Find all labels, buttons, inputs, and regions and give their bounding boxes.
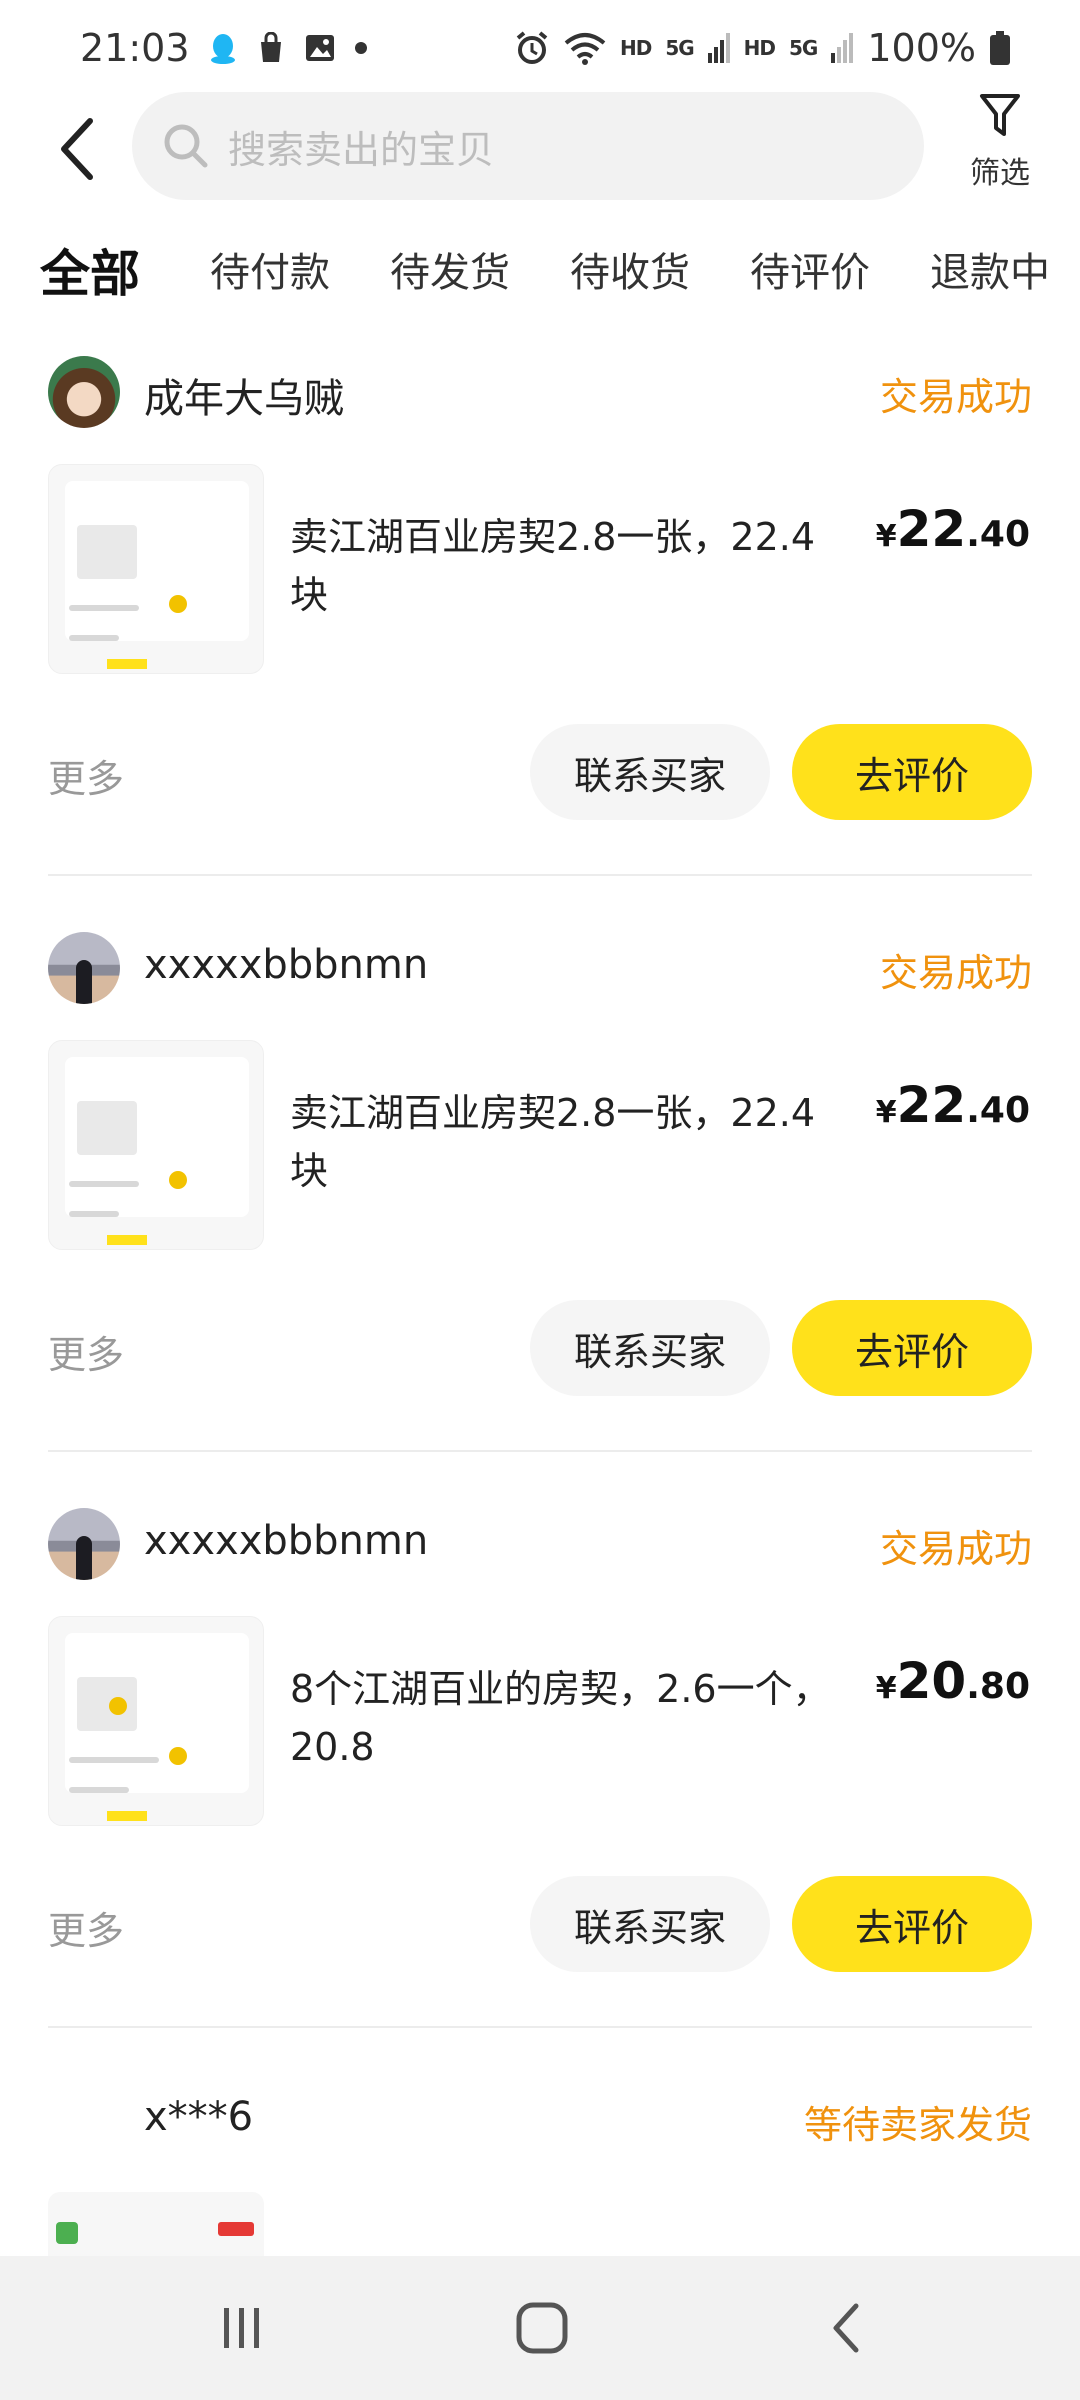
network-label-2: 5G (789, 36, 818, 60)
home-button[interactable] (512, 2300, 572, 2356)
tab-all[interactable]: 全部 (38, 234, 142, 306)
order-actions: 更多 联系买家 去评价 (48, 1876, 1032, 1972)
home-icon (516, 2302, 568, 2354)
notification-dot-icon (354, 41, 368, 55)
tab-label: 待收货 (570, 250, 690, 296)
tab-label: 全部 (40, 245, 140, 303)
filter-label: 筛选 (970, 156, 1030, 191)
product-title: 8个江湖百业的房契，2.6一个，20.8 (290, 1667, 831, 1769)
tab-pending-payment[interactable]: 待付款 (210, 240, 330, 298)
tab-label: 待发货 (390, 250, 510, 296)
more-link[interactable]: 更多 (48, 748, 124, 803)
chevron-left-icon (61, 118, 93, 180)
divider (48, 1450, 1032, 1452)
review-button[interactable]: 去评价 (792, 724, 1032, 820)
filter-button[interactable]: 筛选 (960, 92, 1040, 204)
buyer-name[interactable]: x***6 (144, 2094, 253, 2140)
tab-label: 待付款 (210, 250, 330, 296)
signal-icon-2 (831, 33, 854, 63)
buyer-name[interactable]: xxxxxbbbnmn (144, 1518, 428, 1564)
contact-buyer-button[interactable]: 联系买家 (530, 1300, 770, 1396)
back-button[interactable] (48, 114, 104, 184)
gallery-icon (304, 33, 336, 63)
wifi-icon (564, 31, 606, 65)
qq-icon (208, 31, 238, 65)
tab-label: 待评价 (750, 250, 870, 296)
order-header: xxxxxbbbnmn 交易成功 (48, 928, 1032, 1008)
order-actions: 更多 联系买家 去评价 (48, 724, 1032, 820)
order-status: 交易成功 (879, 951, 1032, 995)
hd-label-2: HD (743, 36, 776, 60)
contact-buyer-button[interactable]: 联系买家 (530, 1876, 770, 1972)
tab-pending-receipt[interactable]: 待收货 (570, 240, 690, 298)
tab-pending-review[interactable]: 待评价 (750, 240, 870, 298)
signal-icon-1 (707, 33, 730, 63)
buyer-name[interactable]: xxxxxbbbnmn (144, 942, 428, 988)
product-row[interactable]: 卖江湖百业房契2.8一张，22.4块 ¥22.40 (48, 1040, 1032, 1250)
battery-percent: 100% (867, 26, 976, 70)
buyer-avatar[interactable] (48, 356, 120, 428)
alarm-icon (514, 30, 550, 66)
product-title: 卖江湖百业房契2.8一张，22.4块 (290, 515, 816, 617)
network-label-1: 5G (665, 36, 694, 60)
search-placeholder: 搜索卖出的宝贝 (228, 127, 495, 172)
more-link[interactable]: 更多 (48, 1324, 124, 1379)
shopping-bag-icon (256, 32, 286, 64)
order-actions: 更多 联系买家 去评价 (48, 1300, 1032, 1396)
order-tabs: 全部 待付款 待发货 待收货 待评价 退款中 (0, 240, 1080, 310)
hd-label-1: HD (619, 36, 652, 60)
buyer-avatar[interactable] (48, 2084, 120, 2156)
more-link[interactable]: 更多 (48, 1900, 124, 1955)
order-header: 成年大乌贼 交易成功 (48, 352, 1032, 432)
system-nav-bar (0, 2256, 1080, 2400)
buyer-avatar[interactable] (48, 932, 120, 1004)
product-price: ¥20.80 (875, 1652, 1030, 1710)
product-row[interactable]: 8个江湖百业的房契，2.6一个，20.8 ¥20.80 (48, 1616, 1032, 1826)
product-title: 卖江湖百业房契2.8一张，22.4块 (290, 1091, 816, 1193)
buyer-avatar[interactable] (48, 1508, 120, 1580)
back-arrow-icon (833, 2303, 859, 2353)
filter-icon (980, 94, 1020, 136)
order-status: 等待卖家发货 (803, 2103, 1032, 2147)
order-header: x***6 等待卖家发货 (48, 2080, 1032, 2160)
product-price: ¥22.40 (875, 500, 1030, 558)
recent-apps-button[interactable] (212, 2300, 272, 2356)
recent-apps-icon (224, 2308, 259, 2348)
review-button[interactable]: 去评价 (792, 1876, 1032, 1972)
order-status: 交易成功 (879, 1527, 1032, 1571)
product-thumbnail (48, 1040, 264, 1250)
buyer-name[interactable]: 成年大乌贼 (144, 366, 344, 424)
tab-label: 退款中 (930, 250, 1050, 296)
product-row[interactable]: 卖江湖百业房契2.8一张，22.4块 ¥22.40 (48, 464, 1032, 674)
status-bar: 21:03 HD 5G HD 5G 100% (0, 0, 1080, 96)
order-status: 交易成功 (879, 375, 1032, 419)
product-price: ¥22.40 (875, 1076, 1030, 1134)
order-header: xxxxxbbbnmn 交易成功 (48, 1504, 1032, 1584)
review-button[interactable]: 去评价 (792, 1300, 1032, 1396)
tab-pending-shipment[interactable]: 待发货 (390, 240, 510, 298)
product-thumbnail (48, 1616, 264, 1826)
divider (48, 2026, 1032, 2028)
tab-refunding[interactable]: 退款中 (930, 240, 1050, 298)
search-icon (164, 124, 208, 168)
search-input[interactable]: 搜索卖出的宝贝 (132, 92, 924, 200)
status-time: 21:03 (80, 26, 190, 70)
contact-buyer-button[interactable]: 联系买家 (530, 724, 770, 820)
nav-back-button[interactable] (816, 2300, 876, 2356)
product-thumbnail (48, 464, 264, 674)
divider (48, 874, 1032, 876)
header: 搜索卖出的宝贝 筛选 (0, 92, 1080, 204)
battery-icon (990, 31, 1010, 65)
